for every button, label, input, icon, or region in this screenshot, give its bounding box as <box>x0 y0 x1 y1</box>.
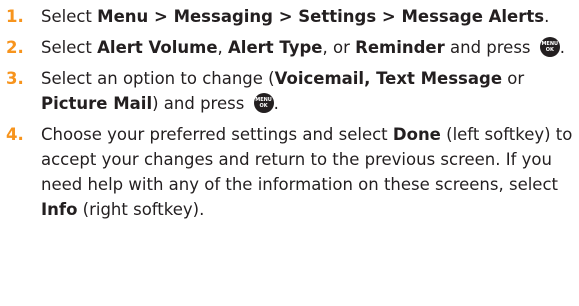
key-label-ok: OK <box>259 103 268 109</box>
step-text: Choose your preferred settings and selec… <box>41 125 393 144</box>
step-text: and press <box>444 38 536 57</box>
menu-path: Menu > Messaging > Settings > Message Al… <box>97 7 545 26</box>
step-text: . <box>559 38 566 57</box>
instruction-steps: 1. Select Menu > Messaging > Settings > … <box>0 4 579 228</box>
step-1: 1. Select Menu > Messaging > Settings > … <box>0 4 579 29</box>
step-3: 3. Select an option to change (Voicemail… <box>0 66 579 116</box>
option-picture-mail: Picture Mail <box>41 94 153 113</box>
softkey-done: Done <box>392 125 441 144</box>
step-text: Select <box>41 38 98 57</box>
step-4: 4. Choose your preferred settings and se… <box>0 122 579 222</box>
key-label-ok: OK <box>545 47 554 53</box>
step-number: 1. <box>6 7 24 26</box>
step-text: Select an option to change ( <box>41 69 275 88</box>
step-text: (right softkey). <box>77 200 205 219</box>
step-text: , or <box>322 38 356 57</box>
option-reminder: Reminder <box>355 38 445 57</box>
step-number: 4. <box>6 125 24 144</box>
option-alert-type: Alert Type <box>228 38 323 57</box>
step-number: 2. <box>6 38 24 57</box>
step-number: 3. <box>6 69 24 88</box>
softkey-info: Info <box>41 200 78 219</box>
step-text: ) and press <box>152 94 250 113</box>
step-text: . <box>544 7 550 26</box>
step-text: Select <box>41 7 98 26</box>
option-voicemail-text: Voicemail, Text Message <box>274 69 503 88</box>
step-text: . <box>273 94 279 113</box>
option-alert-volume: Alert Volume <box>97 38 218 57</box>
menu-ok-key-icon: MENU OK <box>539 37 560 57</box>
step-text: , <box>217 38 229 57</box>
menu-ok-key-icon: MENU OK <box>253 93 274 113</box>
step-text: or <box>502 69 525 88</box>
step-2: 2. Select Alert Volume, Alert Type, or R… <box>0 35 579 60</box>
